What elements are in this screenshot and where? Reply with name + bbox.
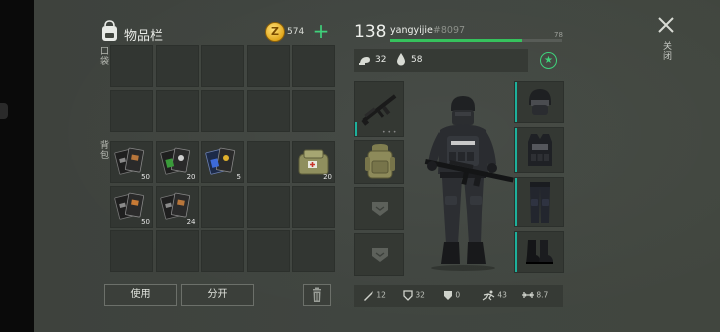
speed-value: 43 [497,290,507,300]
backpack-slot[interactable] [246,141,290,183]
trash-icon [313,287,321,302]
username: yangyijie [390,25,433,36]
weight-stat: 8.7 [522,290,548,301]
split-button[interactable]: 分开 [181,284,254,306]
use-button[interactable]: 使用 [104,284,177,306]
coin-amount: 574 [287,27,305,37]
attack-value: 12 [376,290,386,300]
weight-value: 8.7 [536,290,549,300]
item-count: 5 [236,173,241,181]
backpack-equip-slot[interactable] [354,140,404,184]
weight-icon [522,292,534,298]
speed-stat: 43 [482,290,507,301]
pocket-slot[interactable] [292,89,335,132]
shield-stat: 0 [443,290,460,301]
coin-icon: Z [265,22,285,42]
food-icon [359,57,370,65]
backpack-slot[interactable]: 20 [292,141,335,183]
water-value: 58 [411,55,423,65]
pocket-slot[interactable] [201,89,244,132]
attack-stat: 12 [363,290,386,301]
pocket-slot[interactable] [246,89,290,132]
backpack-slot[interactable]: 50 [110,141,153,183]
armor-stat: 32 [403,290,425,301]
star-icon[interactable]: ★ [540,52,557,69]
pocket-slot[interactable] [292,45,335,87]
backpack-slot[interactable] [292,185,335,228]
durability-dots: • • • [382,129,397,136]
backpack-slot[interactable] [201,185,244,228]
backpack-slot[interactable]: 5 [201,141,244,183]
user-tag: #8097 [432,25,466,36]
backpack-slot[interactable] [292,230,335,272]
xp-bar [390,39,562,42]
pocket-slot[interactable] [155,45,199,87]
backpack-slot[interactable]: 50 [110,185,153,228]
empty-armor-slot[interactable] [354,233,404,276]
backpack-slot[interactable] [155,230,199,272]
pocket-slot[interactable] [201,45,244,87]
discard-button[interactable] [303,284,331,306]
backpack-slot[interactable]: 20 [155,141,199,183]
pockets-label: 口袋 [100,47,110,67]
backpack-grid: 50 20 5 20 50 24 [110,141,335,272]
empty-armor-slot[interactable] [354,187,404,230]
pocket-slot[interactable] [155,89,199,132]
running-icon [482,290,495,301]
vest-icon [528,134,552,166]
backpack-icon [102,20,117,41]
armor-shield-icon [403,290,413,301]
dagger-icon [364,291,373,301]
character-model [424,96,514,271]
backpack-slot[interactable] [246,185,290,228]
water-icon [397,53,405,66]
shield-placeholder-icon [372,248,388,262]
item-count: 20 [186,173,196,181]
helmet-icon [529,89,551,115]
item-count: 50 [141,173,150,181]
backpack-slot[interactable]: 24 [155,185,199,228]
backpack-slot[interactable] [201,230,244,272]
armor-value: 32 [415,290,425,300]
pockets-grid [110,45,335,132]
backpack-label: 背包 [100,141,110,161]
close-label[interactable]: 关闭 [663,42,673,62]
player-name: yangyijie#8097 [390,25,465,36]
boots-icon [526,240,553,264]
add-icon[interactable]: + [312,20,330,42]
item-count: 20 [323,173,332,181]
vest-slot[interactable] [514,127,564,173]
helmet-slot[interactable] [514,81,564,123]
phone-notch [0,103,8,119]
rifle-icon [361,94,397,126]
military-backpack-icon [365,144,395,179]
boots-slot[interactable] [514,231,564,273]
player-level: 138 [354,22,387,42]
shield-placeholder-icon [372,202,388,216]
shield-icon [444,291,452,300]
backpack-slot[interactable] [246,230,290,272]
food-value: 32 [375,55,387,65]
pocket-slot[interactable] [110,45,153,87]
pants-slot[interactable] [514,177,564,227]
item-count: 24 [186,217,196,226]
weapon-slot[interactable]: • • • [354,81,404,137]
close-icon[interactable] [655,14,677,36]
xp-value: 78 [554,31,563,39]
inventory-title: 物品栏 [124,29,164,44]
pants-icon [530,182,550,223]
item-count: 50 [141,217,150,226]
backpack-slot[interactable] [110,230,153,272]
shield-value: 0 [455,290,461,300]
xp-bar-fill [390,39,523,42]
game-screen: 物品栏 Z 574 + 口袋 背包 50 20 5 20 50 24 使用 分开… [0,0,720,332]
survival-stats-bar: 32 58 [354,49,528,72]
pocket-slot[interactable] [246,45,290,87]
pocket-slot[interactable] [110,89,153,132]
